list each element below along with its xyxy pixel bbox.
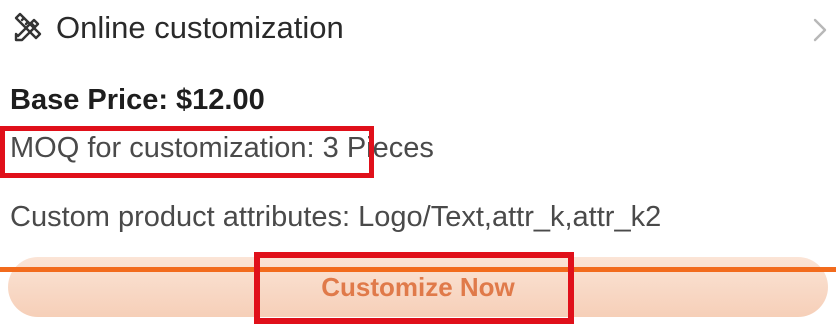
customize-now-button[interactable]: Customize Now — [8, 257, 828, 317]
moq-label: MOQ for customization: — [10, 132, 315, 164]
moq-value: 3 Pieces — [314, 132, 434, 164]
base-price: Base Price: $12.00 — [10, 84, 265, 116]
custom-attributes: Custom product attributes: Logo/Text,att… — [10, 201, 662, 233]
chevron-right-icon[interactable] — [812, 17, 828, 43]
online-customization-row[interactable]: Online customization — [0, 0, 836, 60]
tools-icon — [10, 10, 44, 44]
online-customization-title: Online customization — [56, 10, 344, 45]
moq-line: MOQ for customization: 3 Pieces — [10, 131, 434, 165]
divider-line — [0, 267, 836, 272]
